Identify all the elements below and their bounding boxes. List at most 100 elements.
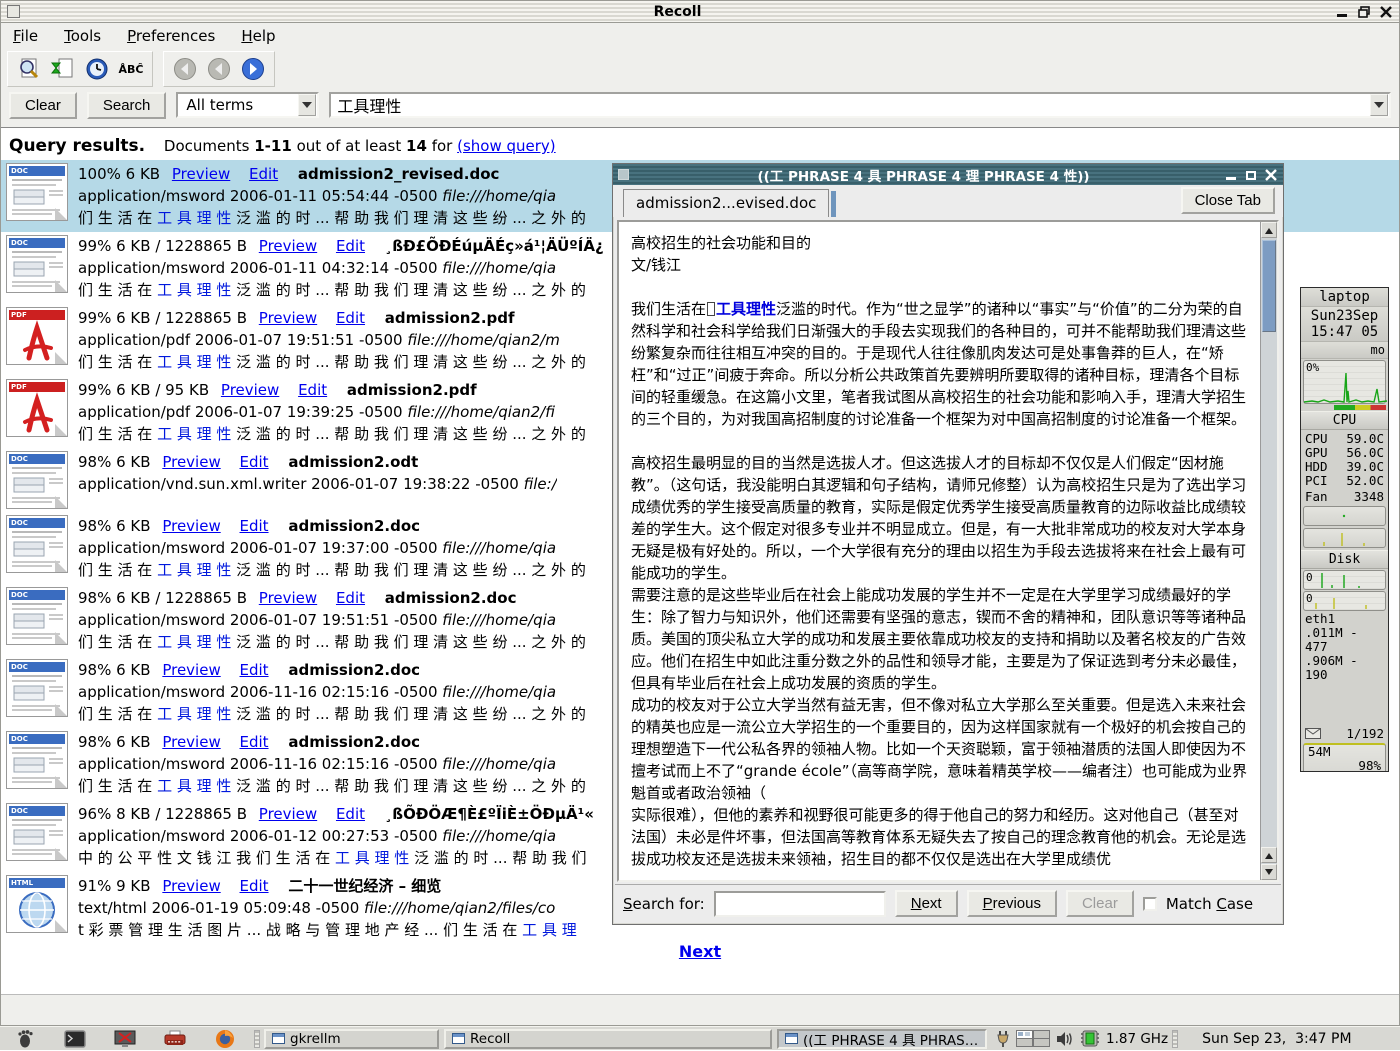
edit-link[interactable]: Edit	[336, 805, 365, 823]
menu-preferences[interactable]: Preferences	[127, 27, 215, 45]
history-clock-icon[interactable]	[82, 55, 112, 83]
search-button[interactable]: Search	[87, 92, 167, 119]
edit-link[interactable]: Edit	[336, 309, 365, 327]
clock-section: Sun23Sep 15:47 05	[1301, 307, 1388, 342]
scroll-up-icon[interactable]	[1261, 222, 1277, 238]
taskbar-window-button[interactable]: ((工 PHRASE 4 具 PHRASE ...	[777, 1029, 987, 1049]
preview-link[interactable]: Preview	[221, 381, 279, 399]
edit-link[interactable]: Edit	[240, 453, 269, 471]
preview-link[interactable]: Preview	[259, 589, 317, 607]
panel-drag-handle[interactable]	[1172, 1030, 1178, 1048]
close-button[interactable]	[1379, 5, 1393, 19]
find-input[interactable]	[714, 891, 886, 917]
preview-link[interactable]: Preview	[162, 453, 220, 471]
preview-window: ((工 PHRASE 4 具 PHRASE 4 理 PHRASE 4 性)) a…	[612, 163, 1284, 925]
preview-scrollbar[interactable]	[1260, 222, 1277, 880]
taskbar-window-button[interactable]: gkrellm	[264, 1029, 439, 1049]
typewriter-launcher[interactable]	[150, 1027, 200, 1051]
find-clear-button[interactable]: Clear	[1066, 890, 1134, 917]
preview-text-part: 高校招生最明显的目的当然是选拔人才。但这选拔人才的目标却不仅仅是人们假定“因材施…	[631, 454, 1247, 868]
taskbar-clock[interactable]: Sun Sep 23, 3:47 PM	[1192, 1031, 1352, 1047]
firefox-launcher[interactable]	[200, 1027, 250, 1051]
edit-link[interactable]: Edit	[249, 165, 278, 183]
menu-file[interactable]: File	[13, 27, 38, 45]
preview-link[interactable]: Preview	[259, 309, 317, 327]
preview-titlebar[interactable]: ((工 PHRASE 4 具 PHRASE 4 理 PHRASE 4 性))	[613, 164, 1283, 185]
find-next-button[interactable]: Next	[895, 890, 958, 917]
preview-link[interactable]: Preview	[172, 165, 230, 183]
edit-link[interactable]: Edit	[240, 733, 269, 751]
gnome-menu-button[interactable]	[0, 1027, 50, 1051]
edit-link[interactable]: Edit	[336, 589, 365, 607]
preview-link[interactable]: Preview	[162, 661, 220, 679]
terminal-launcher[interactable]	[50, 1027, 100, 1051]
gkrellm-panel[interactable]: laptop Sun23Sep 15:47 05 mo 0% CPU CPU59…	[1300, 287, 1389, 772]
mail-count: 1/192	[1346, 726, 1384, 741]
query-history-chevron-icon[interactable]	[1370, 94, 1388, 116]
disk-section-title: Disk	[1301, 550, 1388, 569]
search-input[interactable]	[331, 94, 1370, 116]
preview-text[interactable]: 高校招生的社会功能和目的 文/钱江我们生活在工具理性泛滥的时代。作为“世之显学”…	[619, 222, 1260, 880]
next-page-icon[interactable]	[238, 55, 268, 83]
edit-link[interactable]: Edit	[240, 877, 269, 895]
find-previous-button[interactable]: Previous	[967, 890, 1057, 917]
temp-row: GPU56.0C	[1301, 446, 1388, 460]
scroll-up-icon[interactable]	[1261, 847, 1277, 863]
menu-tools[interactable]: Tools	[64, 27, 101, 45]
window-menu-icon[interactable]	[7, 5, 20, 18]
search-mode-select[interactable]: All terms	[176, 92, 319, 118]
sort-results-icon[interactable]	[48, 55, 78, 83]
next-page-link[interactable]: Next	[679, 942, 721, 961]
minimize-button[interactable]	[1224, 168, 1238, 182]
filetype-icon: DOC	[6, 451, 68, 509]
scrollbar-thumb[interactable]	[1262, 240, 1276, 332]
middle-text: out of at least	[297, 137, 402, 155]
minimize-button[interactable]	[1335, 5, 1349, 19]
preview-link[interactable]: Preview	[259, 805, 317, 823]
lock-screen-launcher[interactable]	[100, 1027, 150, 1051]
edit-link[interactable]: Edit	[298, 381, 327, 399]
menu-help[interactable]: Help	[241, 27, 275, 45]
edit-link[interactable]: Edit	[240, 517, 269, 535]
main-titlebar[interactable]: Recoll	[1, 1, 1399, 23]
edit-link[interactable]: Edit	[336, 237, 365, 255]
preview-tab[interactable]: admission2...evised.doc	[623, 189, 829, 217]
match-case-checkbox[interactable]	[1143, 897, 1157, 911]
page-fold	[55, 208, 67, 220]
first-page-icon[interactable]	[170, 55, 200, 83]
filetype-icon: DOC	[6, 515, 68, 573]
close-button[interactable]	[1264, 168, 1278, 182]
show-preview-icon[interactable]	[14, 55, 44, 83]
query-combobox[interactable]	[329, 92, 1391, 118]
net-interface-label: eth1	[1305, 612, 1335, 626]
preview-link[interactable]: Preview	[162, 733, 220, 751]
previous-page-icon[interactable]	[204, 55, 234, 83]
preview-link[interactable]: Preview	[162, 877, 220, 895]
maximize-button[interactable]	[1357, 5, 1371, 19]
preview-text-part: 我们生活在	[631, 300, 706, 318]
clear-button[interactable]: Clear	[9, 92, 77, 119]
cpu-freq-icon[interactable]	[1080, 1030, 1100, 1047]
maximize-button[interactable]	[1244, 168, 1258, 182]
preview-link[interactable]: Preview	[162, 517, 220, 535]
result-snippet: t 彩 票 管 理 生 活 图 片 ... 战 略 与 管 理 地 产 经 ..…	[78, 919, 577, 941]
net-rx-row: .011M - 477	[1301, 626, 1388, 654]
snippet-part: 工 具 理 性	[157, 777, 231, 795]
panel-drag-handle[interactable]	[254, 1030, 260, 1048]
show-query-link[interactable]: (show query)	[457, 137, 556, 155]
preview-link[interactable]: Preview	[259, 237, 317, 255]
chevron-down-icon[interactable]	[298, 94, 316, 116]
snippet-part: 工 具 理 性	[157, 633, 231, 651]
scroll-down-icon[interactable]	[1261, 864, 1277, 880]
close-tab-button[interactable]: Close Tab	[1181, 187, 1275, 214]
taskbar-window-button[interactable]: Recoll	[444, 1029, 772, 1049]
edit-link[interactable]: Edit	[240, 661, 269, 679]
temps: CPU59.0CGPU56.0CHDD39.0CPCI52.0C	[1301, 430, 1388, 490]
mail-envelope-icon	[1305, 728, 1321, 739]
power-plug-icon[interactable]	[996, 1030, 1010, 1048]
workspace-switcher[interactable]	[1016, 1030, 1050, 1047]
snippet-part: 们 生 活 在	[78, 353, 157, 371]
volume-icon[interactable]	[1056, 1031, 1074, 1047]
spellcheck-abc-icon[interactable]: ÅBĈ	[116, 55, 146, 83]
window-menu-icon[interactable]	[618, 169, 629, 180]
